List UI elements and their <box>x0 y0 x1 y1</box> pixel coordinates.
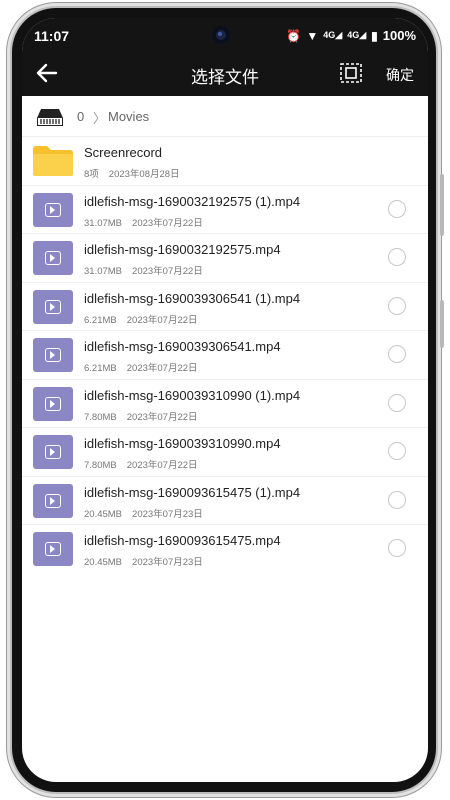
file-date: 2023年07月22日 <box>126 460 198 471</box>
storage-drive-icon[interactable] <box>36 106 64 128</box>
select-radio[interactable] <box>388 296 406 315</box>
video-file-icon <box>33 483 73 518</box>
file-row[interactable]: idlefish-msg-1690032192575 (1).mp4 31.07… <box>22 186 428 234</box>
file-size: 7.80MB <box>84 411 117 423</box>
file-meta: 6.21MB 2023年07月22日 <box>84 360 198 374</box>
video-file-icon <box>33 386 73 421</box>
breadcrumb-current[interactable]: Movies <box>108 109 149 124</box>
folder-name: Screenrecord <box>84 145 163 160</box>
select-radio[interactable] <box>388 393 406 412</box>
folder-row[interactable]: Screenrecord 8项 2023年08月28日 <box>22 137 428 186</box>
folder-count: 8项 <box>84 169 99 180</box>
folder-meta: 8项 2023年08月28日 <box>84 166 180 180</box>
file-meta: 20.45MB 2023年07月23日 <box>84 506 203 520</box>
file-meta: 7.80MB 2023年07月22日 <box>84 457 198 471</box>
alarm-icon: ⏰ <box>286 28 302 43</box>
breadcrumb-root[interactable]: 0 <box>77 109 84 124</box>
wifi-icon: ▼ <box>306 28 319 43</box>
file-meta: 31.07MB 2023年07月22日 <box>84 215 203 229</box>
file-name: idlefish-msg-1690093615475.mp4 <box>84 533 281 548</box>
network-label: 4G <box>323 30 336 40</box>
file-size: 31.07MB <box>84 266 123 277</box>
file-name: idlefish-msg-1690039306541 (1).mp4 <box>84 290 301 306</box>
volume-button <box>440 174 444 236</box>
power-button <box>440 300 444 348</box>
file-list: Screenrecord 8项 2023年08月28日 idlefish-msg-… <box>22 137 428 573</box>
file-row[interactable]: idlefish-msg-1690039306541 (1).mp4 6.21M… <box>22 283 428 331</box>
file-date: 2023年07月22日 <box>132 217 203 229</box>
file-name: idlefish-msg-1690039306541.mp4 <box>84 339 281 354</box>
file-date: 2023年07月23日 <box>132 508 203 520</box>
video-file-icon <box>33 192 73 227</box>
file-size: 20.45MB <box>84 508 123 520</box>
file-meta: 20.45MB 2023年07月23日 <box>84 554 203 568</box>
chevron-right-icon: 〉 <box>93 111 107 126</box>
select-radio[interactable] <box>388 490 406 509</box>
file-name: idlefish-msg-1690039310990 (1).mp4 <box>84 387 301 403</box>
file-meta: 6.21MB 2023年07月22日 <box>84 312 198 326</box>
file-size: 6.21MB <box>84 363 117 374</box>
page-title: 选择文件 <box>191 68 259 87</box>
file-row[interactable]: idlefish-msg-1690093615475.mp4 20.45MB 20… <box>22 525 428 573</box>
video-file-icon <box>33 338 73 372</box>
front-camera <box>212 26 230 44</box>
file-name: idlefish-msg-1690093615475 (1).mp4 <box>84 484 301 500</box>
network-label-2: 4G <box>347 30 360 40</box>
screen: 11:07 ⏰ ▼ 4G◢ 4G◢ ▮ 100% 选择文件 确定 0 〉 Mov… <box>22 18 428 782</box>
app-bar: 选择文件 确定 <box>22 50 428 96</box>
file-row[interactable]: idlefish-msg-1690039310990 (1).mp4 7.80M… <box>22 380 428 428</box>
confirm-button[interactable]: 确定 <box>386 65 414 85</box>
select-radio[interactable] <box>388 539 406 557</box>
file-name: idlefish-msg-1690039310990.mp4 <box>84 436 281 451</box>
video-file-icon <box>33 435 73 469</box>
folder-date: 2023年08月28日 <box>108 169 180 180</box>
file-date: 2023年07月22日 <box>126 363 198 374</box>
file-meta: 7.80MB 2023年07月22日 <box>84 409 198 423</box>
file-date: 2023年07月22日 <box>132 266 203 277</box>
folder-icon <box>33 146 73 176</box>
status-time: 11:07 <box>34 28 70 44</box>
signal-icon: 4G◢ <box>323 30 343 40</box>
select-all-icon[interactable] <box>340 63 362 83</box>
status-icons: ⏰ ▼ 4G◢ 4G◢ ▮ 100% <box>286 28 416 43</box>
file-size: 7.80MB <box>84 460 117 471</box>
select-radio[interactable] <box>388 248 406 266</box>
file-meta: 31.07MB 2023年07月22日 <box>84 263 203 277</box>
video-file-icon <box>33 289 73 324</box>
select-radio[interactable] <box>388 199 406 218</box>
status-bar: 11:07 ⏰ ▼ 4G◢ 4G◢ ▮ 100% <box>22 18 428 50</box>
file-size: 6.21MB <box>84 314 117 326</box>
file-name: idlefish-msg-1690032192575 (1).mp4 <box>84 193 301 209</box>
file-name: idlefish-msg-1690032192575.mp4 <box>84 242 281 257</box>
file-size: 20.45MB <box>84 557 123 568</box>
file-row[interactable]: idlefish-msg-1690039306541.mp4 6.21MB 202… <box>22 331 428 380</box>
file-row[interactable]: idlefish-msg-1690039310990.mp4 7.80MB 202… <box>22 428 428 477</box>
select-radio[interactable] <box>388 345 406 363</box>
video-file-icon <box>33 241 73 275</box>
battery-icon: ▮ <box>371 28 378 43</box>
file-row[interactable]: idlefish-msg-1690093615475 (1).mp4 20.45… <box>22 477 428 525</box>
video-file-icon <box>33 532 73 566</box>
file-date: 2023年07月23日 <box>132 557 203 568</box>
file-size: 31.07MB <box>84 217 123 229</box>
file-row[interactable]: idlefish-msg-1690032192575.mp4 31.07MB 20… <box>22 234 428 283</box>
signal-icon-2: 4G◢ <box>347 30 367 40</box>
breadcrumb: 0 〉 Movies <box>22 96 428 137</box>
file-date: 2023年07月22日 <box>126 411 198 423</box>
select-radio[interactable] <box>388 442 406 460</box>
battery-level: 100% <box>382 28 416 43</box>
file-date: 2023年07月22日 <box>126 314 198 326</box>
